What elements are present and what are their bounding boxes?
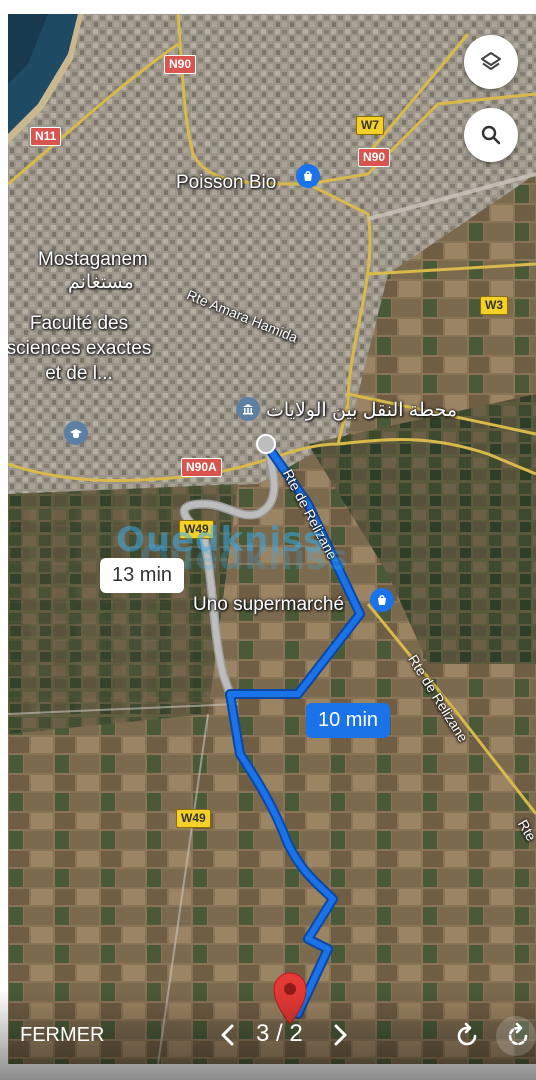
- layers-button[interactable]: [464, 35, 518, 89]
- place-label-faculte[interactable]: Faculté des sciences exactes et de l...: [8, 311, 154, 386]
- road-shield-w7: W7: [356, 116, 384, 135]
- rotate-alt-button[interactable]: [496, 1016, 536, 1056]
- main-route-time[interactable]: 10 min: [306, 703, 391, 738]
- road-shield-n90: N90: [164, 55, 197, 74]
- supermarket-poi-icon[interactable]: [370, 588, 394, 612]
- route-start-dot: [256, 434, 276, 454]
- school-poi-icon[interactable]: [64, 421, 88, 445]
- search-icon: [481, 125, 501, 145]
- chevron-left-icon: [221, 1024, 234, 1046]
- place-label-mostaganem-ar: مستغانم: [68, 272, 134, 293]
- road-shield-n90a: N90A: [181, 458, 222, 477]
- road-shield-n11: N11: [30, 127, 62, 146]
- search-button[interactable]: [464, 108, 518, 162]
- satellite-map[interactable]: N90 N11 W7 N90 W3 N90A W49 W49 Poisson B…: [8, 14, 536, 1064]
- next-button[interactable]: [330, 1022, 350, 1053]
- place-label-mostaganem[interactable]: Mostaganem: [38, 247, 148, 272]
- road-shield-w3: W3: [480, 296, 508, 315]
- chevron-right-icon: [334, 1024, 347, 1046]
- shopping-poi-icon[interactable]: [296, 164, 320, 188]
- image-viewer: N90 N11 W7 N90 W3 N90A W49 W49 Poisson B…: [0, 0, 536, 1080]
- road-shield-n90-right: N90: [358, 148, 391, 167]
- close-button[interactable]: FERMER: [20, 1024, 104, 1047]
- rotate-button[interactable]: [453, 1022, 481, 1055]
- place-label-uno-supermarche[interactable]: Uno supermarché: [193, 592, 344, 617]
- layers-icon: [481, 52, 501, 70]
- place-label-gare[interactable]: محطة النقل بين الولايات: [266, 398, 457, 423]
- place-label-poisson-bio[interactable]: Poisson Bio: [176, 170, 276, 195]
- rotate-dashed-icon: [508, 1022, 528, 1046]
- alternate-route-time[interactable]: 13 min: [100, 558, 185, 593]
- image-counter: 3 / 2: [256, 1020, 303, 1047]
- viewer-toolbar: FERMER 3 / 2: [0, 990, 536, 1080]
- previous-button[interactable]: [218, 1022, 238, 1053]
- bus-station-poi-icon[interactable]: [236, 397, 260, 421]
- road-shield-w49-bottom: W49: [176, 809, 211, 828]
- rotate-icon: [457, 1022, 477, 1046]
